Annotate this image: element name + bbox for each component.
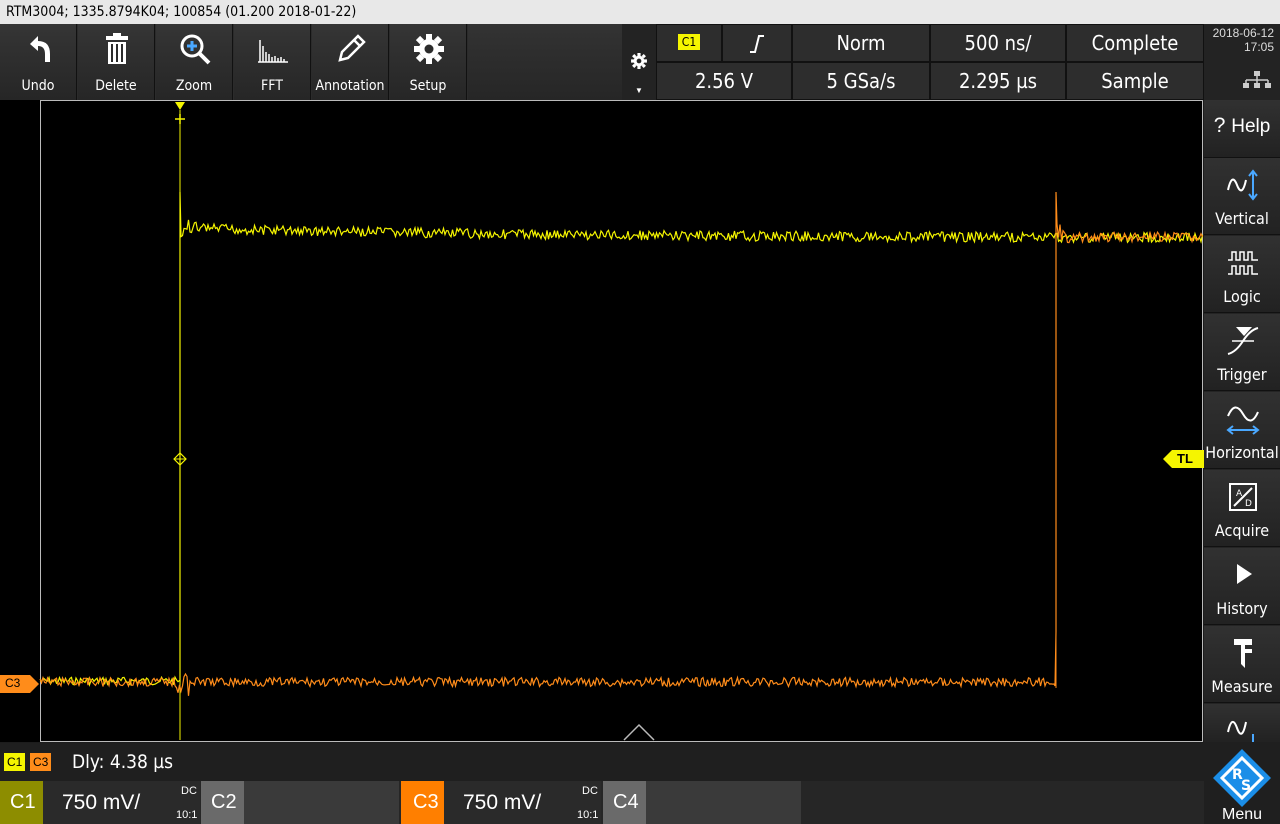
waveform-icon bbox=[1227, 721, 1254, 746]
channel-c1-coupling: DC bbox=[181, 785, 197, 797]
toolbar-settings-button[interactable]: ▼ bbox=[622, 24, 656, 100]
channel-tab-c1[interactable]: C1 750 mV/ DC 10:1 bbox=[0, 781, 200, 824]
acquisition-mode[interactable]: Sample bbox=[1066, 62, 1204, 100]
network-icon bbox=[1243, 71, 1271, 88]
channel-tab-c4[interactable]: C4 bbox=[603, 781, 801, 824]
trigger-level-marker-label: TL bbox=[1177, 451, 1193, 466]
fft-label: FFT bbox=[261, 78, 283, 94]
sidebar-item-logic[interactable]: Logic bbox=[1204, 236, 1280, 313]
play-icon bbox=[1237, 564, 1252, 584]
trigger-label: Trigger bbox=[1217, 365, 1267, 384]
horizontal-icon bbox=[1226, 406, 1260, 435]
horizontal-label: Horizontal bbox=[1205, 443, 1279, 462]
gear-icon bbox=[414, 34, 444, 64]
trigger-slope[interactable] bbox=[722, 24, 792, 62]
horizontal-position[interactable]: 2.295 µs bbox=[930, 62, 1066, 100]
sidebar: ? Help Vertical Logic Trigger Horizontal bbox=[1204, 100, 1280, 780]
trigger-level[interactable]: 2.56 V bbox=[656, 62, 792, 100]
help-label: Help bbox=[1231, 116, 1271, 137]
undo-icon bbox=[30, 36, 50, 62]
time: 17:05 bbox=[1243, 40, 1274, 54]
fft-icon bbox=[258, 40, 288, 63]
chevron-down-icon: ▼ bbox=[635, 86, 643, 95]
sample-rate[interactable]: 5 GSa/s bbox=[792, 62, 930, 100]
sidebar-item-vertical[interactable]: Vertical bbox=[1204, 158, 1280, 235]
trigger-icon bbox=[1227, 327, 1259, 355]
logic-label: Logic bbox=[1223, 287, 1261, 306]
trigger-source[interactable]: C1 bbox=[656, 24, 722, 62]
annotation-label: Annotation bbox=[315, 78, 385, 94]
channel-c1-name: C1 bbox=[10, 791, 36, 813]
channel-c1-scale: 750 mV/ bbox=[62, 791, 141, 814]
status-c3-badge: C3 bbox=[30, 753, 52, 771]
left-margin bbox=[0, 100, 40, 742]
rs-logo-icon: R S bbox=[1213, 749, 1271, 807]
channel-tab-c3[interactable]: C3 750 mV/ DC 10:1 bbox=[401, 781, 601, 824]
acquire-icon: A D bbox=[1229, 483, 1257, 511]
svg-text:D: D bbox=[1245, 499, 1252, 509]
trash-icon bbox=[106, 33, 128, 64]
status-row: C1 C3 Dly: 4.38 µs bbox=[0, 743, 1204, 781]
delete-button[interactable]: Delete bbox=[78, 24, 155, 100]
svg-text:S: S bbox=[1241, 778, 1251, 794]
timebase[interactable]: 500 ns/ bbox=[930, 24, 1066, 62]
sidebar-item-trigger[interactable]: Trigger bbox=[1204, 314, 1280, 391]
zoom-icon bbox=[180, 34, 211, 65]
sidebar-item-more[interactable] bbox=[1204, 704, 1280, 746]
undo-label: Undo bbox=[21, 78, 55, 94]
date: 2018-06-12 bbox=[1212, 26, 1274, 40]
channel-c3-probe: 10:1 bbox=[577, 809, 599, 821]
fft-button[interactable]: FFT bbox=[234, 24, 311, 100]
setup-button[interactable]: Setup bbox=[390, 24, 467, 100]
zoom-label: Zoom bbox=[175, 78, 213, 94]
toolbar-empty-slot bbox=[468, 24, 622, 100]
vertical-label: Vertical bbox=[1215, 209, 1269, 228]
setup-label: Setup bbox=[409, 78, 447, 94]
vertical-icon bbox=[1227, 169, 1258, 201]
channel-tab-c2[interactable]: C2 bbox=[201, 781, 399, 824]
trigger-mode[interactable]: Norm bbox=[792, 24, 930, 62]
help-button[interactable]: ? Help bbox=[1204, 100, 1280, 158]
channel-c3-scale: 750 mV/ bbox=[463, 791, 542, 814]
delete-label: Delete bbox=[95, 78, 137, 94]
c3-offset-marker-label: C3 bbox=[5, 676, 21, 690]
logic-icon bbox=[1228, 251, 1258, 275]
acquisition-status[interactable]: Complete bbox=[1066, 24, 1204, 62]
menu-label: Menu bbox=[1221, 806, 1263, 823]
c3-offset-marker[interactable]: C3 bbox=[0, 675, 40, 693]
sidebar-item-measure[interactable]: Measure bbox=[1204, 626, 1280, 703]
undo-button[interactable]: Undo bbox=[0, 24, 77, 100]
sidebar-item-history[interactable]: History bbox=[1204, 548, 1280, 625]
rising-edge-icon bbox=[750, 35, 764, 53]
zoom-button[interactable]: Zoom bbox=[156, 24, 233, 100]
channel-c2-name: C2 bbox=[211, 791, 237, 813]
sidebar-item-horizontal[interactable]: Horizontal bbox=[1204, 392, 1280, 469]
acquire-label: Acquire bbox=[1214, 521, 1270, 540]
history-label: History bbox=[1216, 599, 1268, 618]
annotation-button[interactable]: Annotation bbox=[312, 24, 389, 100]
channel-c3-name: C3 bbox=[413, 791, 439, 813]
channel-bar: C1 750 mV/ DC 10:1 C2 C3 750 mV/ DC 10:1… bbox=[0, 781, 1204, 824]
svg-text:A: A bbox=[1236, 489, 1243, 499]
measure-label: Measure bbox=[1211, 677, 1273, 696]
date-time: 2018-06-12 17:05 bbox=[1204, 24, 1280, 100]
status-c1-badge: C1 bbox=[4, 753, 26, 771]
channel-c1-probe: 10:1 bbox=[176, 809, 198, 821]
pencil-icon bbox=[338, 34, 366, 62]
trigger-source-badge: C1 bbox=[677, 34, 701, 50]
channel-c3-coupling: DC bbox=[582, 785, 598, 797]
waveform-display[interactable] bbox=[40, 100, 1203, 742]
gear-icon bbox=[631, 53, 647, 69]
help-icon: ? bbox=[1213, 114, 1226, 137]
caliper-icon bbox=[1234, 639, 1252, 668]
menu-button[interactable]: R S Menu bbox=[1204, 742, 1280, 824]
window-title: RTM3004; 1335.8794K04; 100854 (01.200 20… bbox=[0, 0, 1280, 24]
delay-readout: Dly: 4.38 µs bbox=[72, 751, 174, 773]
sidebar-item-acquire[interactable]: A D Acquire bbox=[1204, 470, 1280, 547]
channel-c4-name: C4 bbox=[613, 791, 639, 813]
